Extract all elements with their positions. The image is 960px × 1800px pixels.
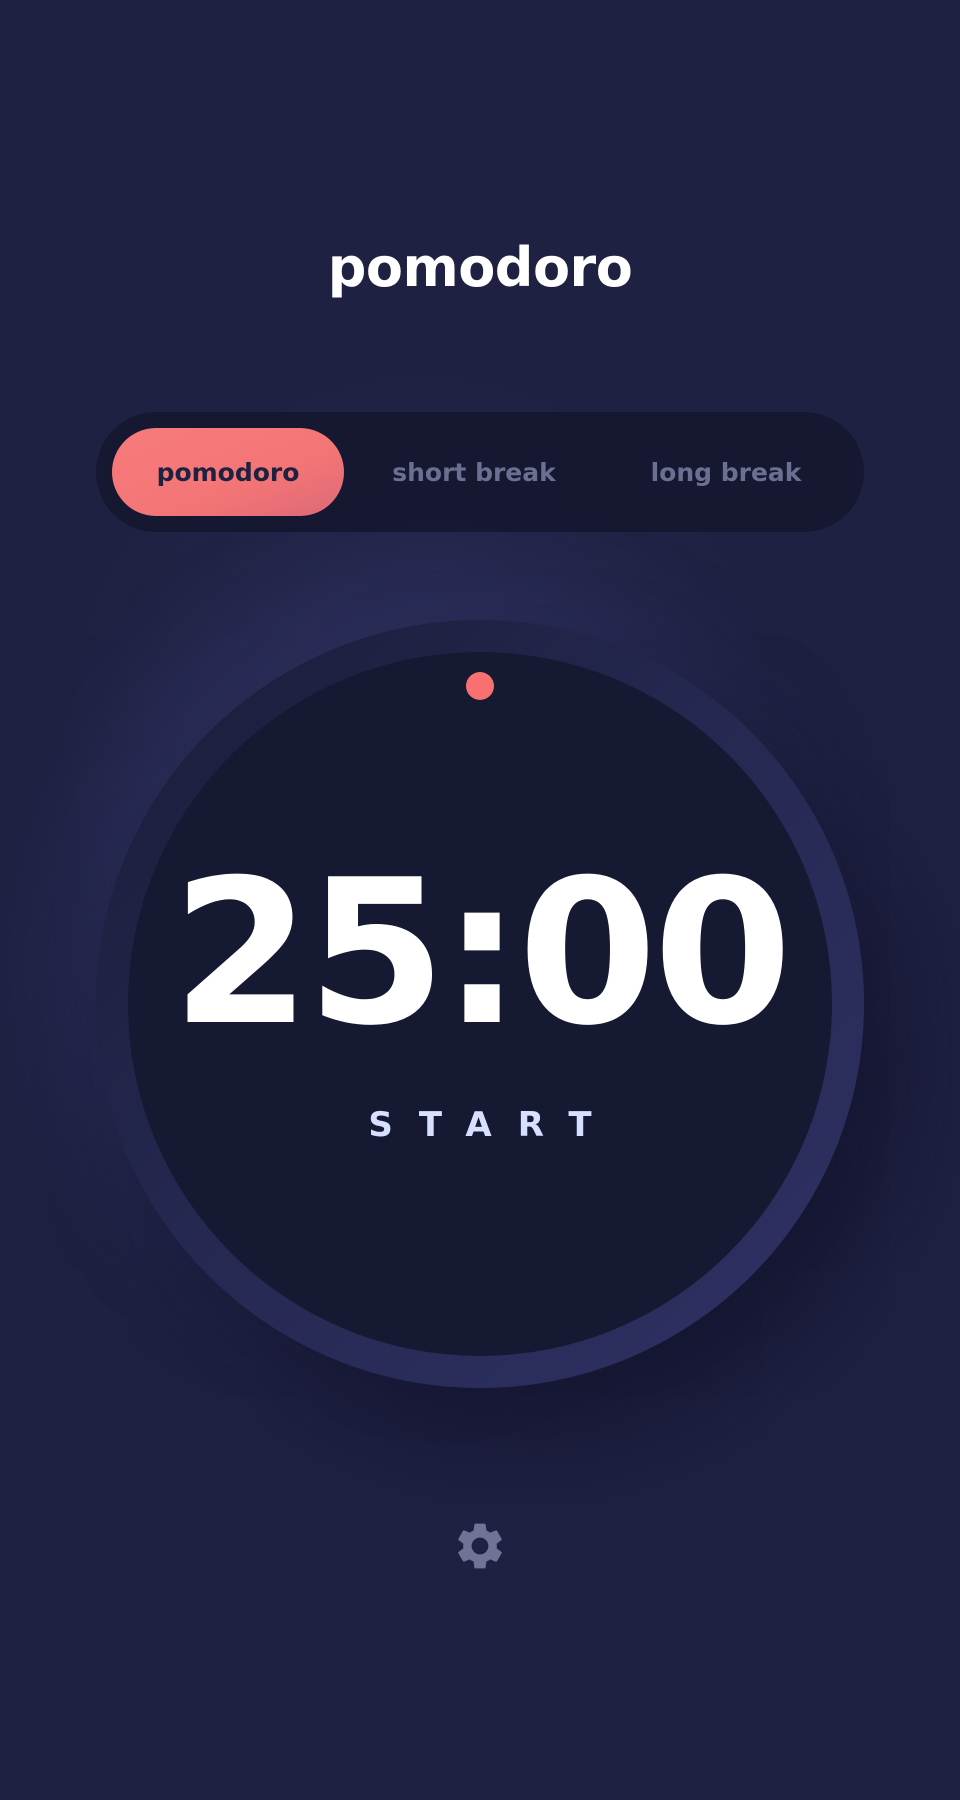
timer-dial: 25:00 START [96, 620, 864, 1388]
mode-switcher: pomodoro short break long break [96, 412, 864, 532]
start-button[interactable]: START [128, 1100, 832, 1150]
tab-long-break[interactable]: long break [604, 428, 848, 516]
settings-button[interactable] [450, 1516, 510, 1576]
gear-icon [452, 1518, 508, 1574]
timer-face[interactable]: 25:00 START [128, 652, 832, 1356]
tab-short-break[interactable]: short break [364, 428, 584, 516]
tab-pomodoro[interactable]: pomodoro [112, 428, 344, 516]
time-display: 25:00 [171, 837, 793, 1070]
progress-indicator [466, 672, 494, 700]
app-title: pomodoro [327, 236, 633, 299]
